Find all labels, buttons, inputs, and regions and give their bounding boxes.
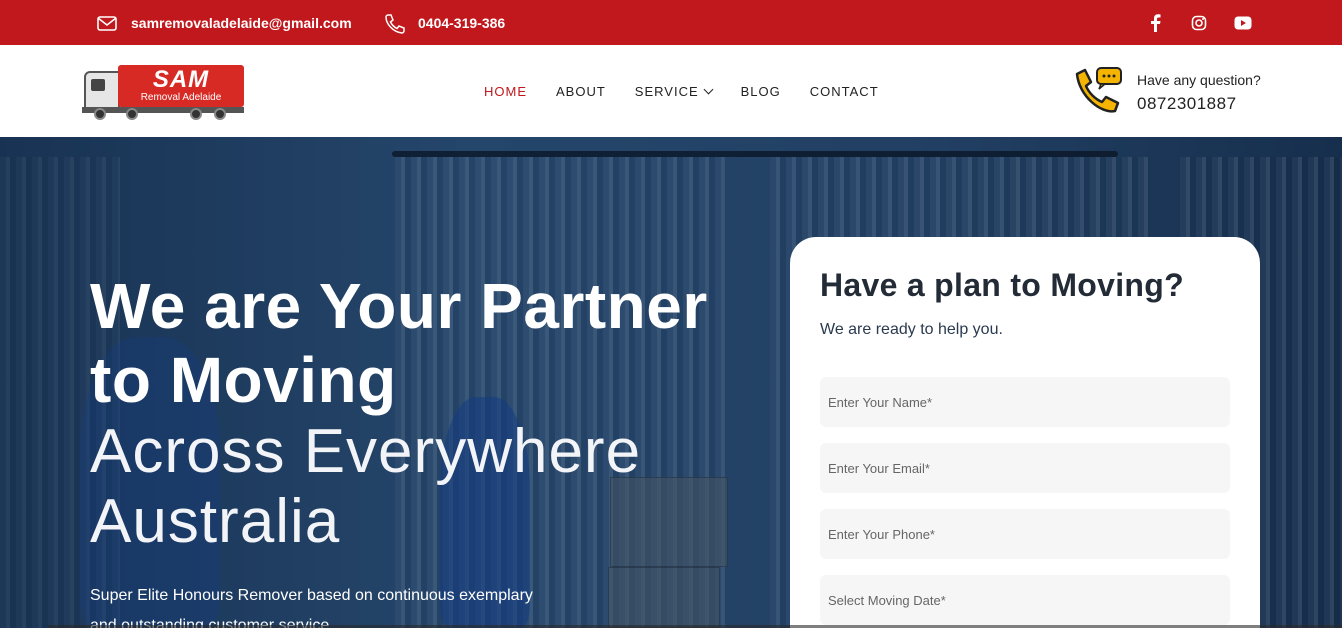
question-label: Have any question?: [1137, 71, 1261, 88]
main-nav: HOME ABOUT SERVICE BLOG CONTACT: [484, 45, 879, 137]
chevron-down-icon: [703, 84, 714, 94]
name-input[interactable]: [820, 377, 1230, 427]
question-contact[interactable]: Have any question? 0872301887: [1071, 65, 1261, 120]
moving-box: [608, 567, 720, 628]
hero-section: We are Your Partner to Moving Across Eve…: [0, 137, 1342, 628]
nav-about[interactable]: ABOUT: [556, 84, 606, 99]
hero-title-line2: to Moving: [90, 344, 397, 416]
facebook-icon[interactable]: [1146, 13, 1164, 32]
form-title: Have a plan to Moving?: [820, 267, 1184, 303]
logo[interactable]: SAM Removal Adelaide: [82, 63, 246, 121]
truck-wheel: [126, 108, 138, 120]
email-text[interactable]: samremovaladelaide@gmail.com: [131, 15, 352, 31]
phone-icon: [383, 12, 405, 34]
nav-home[interactable]: HOME: [484, 84, 527, 99]
logo-badge: SAM Removal Adelaide: [118, 65, 244, 107]
question-phone[interactable]: 0872301887: [1137, 94, 1261, 114]
top-contact-bar: samremovaladelaide@gmail.com 0404-319-38…: [0, 0, 1342, 45]
nav-service[interactable]: SERVICE: [634, 83, 714, 99]
hero-title-line1: We are Your Partner: [90, 270, 708, 342]
hero-subtitle-line2: Australia: [90, 487, 341, 556]
main-header: SAM Removal Adelaide HOME ABOUT SERVICE …: [0, 45, 1342, 137]
phone-contact[interactable]: 0404-319-386: [383, 0, 505, 45]
instagram-icon[interactable]: [1190, 14, 1208, 32]
truck-wheel: [214, 108, 226, 120]
nav-blog[interactable]: BLOG: [741, 84, 781, 99]
moving-date-input[interactable]: [820, 575, 1230, 625]
nav-service-label: SERVICE: [634, 83, 699, 99]
form-subtitle: We are ready to help you.: [820, 321, 1003, 338]
hero-heading: We are Your Partner to Moving Across Eve…: [90, 269, 708, 557]
email-input[interactable]: [820, 443, 1230, 493]
hero-description: Super Elite Honours Remover based on con…: [90, 581, 570, 628]
mail-icon: [96, 12, 118, 34]
quote-form-card: Have a plan to Moving? We are ready to h…: [790, 237, 1260, 628]
truck-wheel: [94, 108, 106, 120]
truck-wheel: [190, 108, 202, 120]
phone-input[interactable]: [820, 509, 1230, 559]
email-contact[interactable]: samremovaladelaide@gmail.com: [96, 0, 352, 45]
hero-desc-line1: Super Elite Honours Remover based on con…: [90, 587, 533, 604]
social-links: [1146, 0, 1252, 45]
nav-contact[interactable]: CONTACT: [810, 84, 879, 99]
phone-text[interactable]: 0404-319-386: [418, 15, 505, 31]
logo-title: SAM: [152, 66, 210, 93]
hero-subtitle-line1: Across Everywhere: [90, 417, 642, 486]
truck-cab-graphic: [84, 71, 120, 111]
youtube-icon[interactable]: [1234, 14, 1252, 32]
logo-subtitle: Removal Adelaide: [140, 92, 222, 103]
phone-chat-icon: [1071, 66, 1125, 120]
